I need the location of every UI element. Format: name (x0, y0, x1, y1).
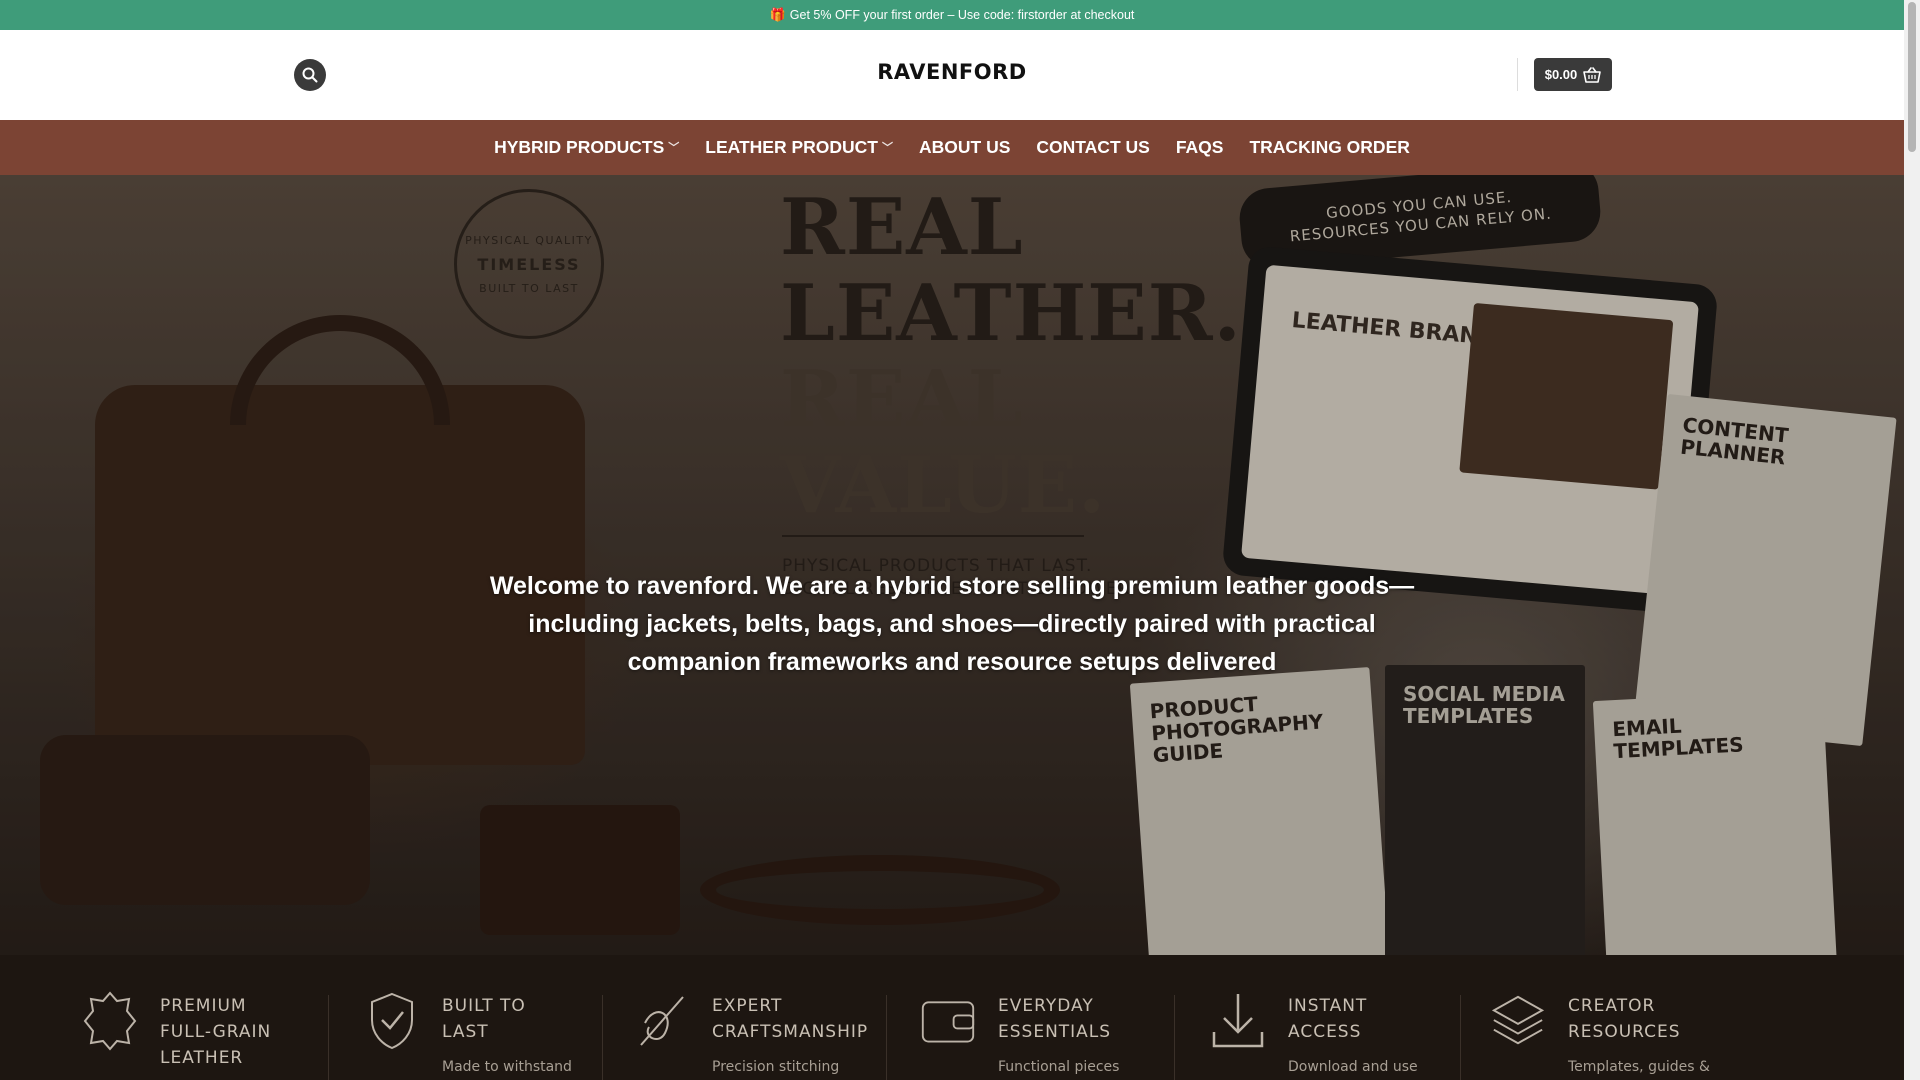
hero-overlay (0, 175, 1904, 955)
feature-desc: Functional pieces (998, 1059, 1120, 1075)
promo-text: Get 5% OFF your first order – Use code: … (789, 8, 1135, 22)
basket-icon (1583, 66, 1602, 83)
feature-item: EXPERT CRAFTSMANSHIP Precision stitching (634, 993, 868, 1075)
feature-divider (886, 995, 887, 1080)
cart-total: $0.00 (1544, 67, 1578, 82)
feature-title: CREATOR RESOURCES (1568, 996, 1681, 1042)
wallet-icon (920, 993, 976, 1049)
chevron-down-icon: ﹀ (668, 141, 680, 154)
scrollbar-thumb[interactable] (1908, 2, 1916, 152)
nav-item-label: HYBRID PRODUCTS (494, 137, 665, 157)
nav-item-label: CONTACT US (1036, 137, 1150, 157)
site-header: RAVENFORD $0.00 (0, 30, 1904, 120)
nav-item-label: ABOUT US (919, 137, 1011, 157)
features-strip: PREMIUM FULL-GRAIN LEATHER BUILT TO LAST… (0, 955, 1904, 1080)
shield-check-icon (364, 992, 420, 1050)
layers-icon (1490, 993, 1546, 1049)
nav-item-tracking-order[interactable]: TRACKING ORDER (1236, 137, 1422, 158)
cart-button[interactable]: $0.00 (1534, 58, 1612, 91)
feature-divider (1174, 995, 1175, 1080)
download-icon (1210, 993, 1266, 1049)
promo-bar: 🎁 Get 5% OFF your first order – Use code… (0, 0, 1904, 30)
feature-item: BUILT TO LAST Made to withstand (364, 992, 572, 1075)
feature-desc: Made to withstand (442, 1059, 572, 1075)
feature-desc: Download and use (1288, 1059, 1418, 1075)
feature-title: INSTANT ACCESS (1288, 996, 1368, 1042)
leather-hide-icon (82, 991, 138, 1051)
nav-item-about-us[interactable]: ABOUT US (906, 137, 1023, 158)
feature-divider (328, 995, 329, 1080)
feature-title: EXPERT CRAFTSMANSHIP (712, 996, 869, 1042)
main-nav: HYBRID PRODUCTS ﹀ LEATHER PRODUCT ﹀ ABOU… (0, 120, 1904, 175)
feature-item: INSTANT ACCESS Download and use (1210, 993, 1418, 1075)
header-divider (1517, 58, 1518, 91)
nav-item-label: LEATHER PRODUCT (705, 137, 878, 157)
feature-item: EVERYDAY ESSENTIALS Functional pieces (920, 993, 1119, 1075)
hero-welcome-text: Welcome to ravenford. We are a hybrid st… (489, 572, 1415, 676)
feature-title: EVERYDAY ESSENTIALS (998, 996, 1112, 1042)
nav-item-leather-product[interactable]: LEATHER PRODUCT ﹀ (692, 137, 906, 158)
nav-item-label: FAQS (1175, 137, 1224, 157)
feature-divider (602, 995, 603, 1080)
site-logo[interactable]: RAVENFORD (0, 60, 1904, 84)
feature-title: PREMIUM FULL-GRAIN LEATHER (160, 996, 272, 1068)
feature-item: CREATOR RESOURCES Templates, guides & (1490, 993, 1710, 1075)
feature-desc: Precision stitching (712, 1059, 840, 1075)
nav-item-contact-us[interactable]: CONTACT US (1023, 137, 1162, 158)
hero-banner: PHYSICAL QUALITY TIMELESS BUILT TO LAST … (0, 175, 1904, 955)
nav-item-hybrid-products[interactable]: HYBRID PRODUCTS ﹀ (481, 137, 692, 158)
feature-desc: Templates, guides & (1568, 1059, 1710, 1075)
feature-title: BUILT TO LAST (442, 996, 526, 1042)
chevron-down-icon: ﹀ (882, 141, 893, 154)
page-scrollbar[interactable] (1904, 0, 1920, 1080)
feature-divider (1460, 995, 1461, 1080)
nav-item-faqs[interactable]: FAQS (1163, 137, 1237, 158)
needle-thread-icon (634, 993, 690, 1049)
feature-item: PREMIUM FULL-GRAIN LEATHER (82, 991, 272, 1071)
nav-item-label: TRACKING ORDER (1249, 137, 1410, 157)
gift-icon: 🎁 (769, 7, 786, 22)
